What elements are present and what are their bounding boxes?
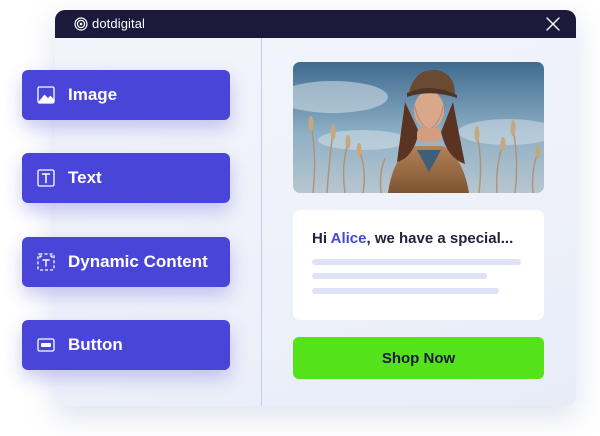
image-block[interactable]: Image: [22, 70, 230, 120]
shop-now-button[interactable]: Shop Now: [293, 337, 544, 379]
image-block-label: Image: [68, 85, 118, 104]
button-block-label: Button: [68, 335, 123, 354]
text-placeholder-line: [312, 288, 499, 294]
greeting-text: Hi Alice, we have a special...: [312, 230, 513, 247]
hero-photo: [293, 62, 544, 193]
close-icon[interactable]: [546, 17, 560, 31]
text-block-label: Text: [68, 168, 102, 187]
text-block[interactable]: Text: [22, 153, 230, 203]
text-placeholder-line: [312, 259, 521, 265]
dynamic-content-icon: [37, 253, 55, 271]
greeting-name: Alice: [330, 230, 367, 247]
button-icon: [37, 338, 55, 352]
text-placeholder-line: [312, 273, 487, 279]
greeting-suffix: , we have a special...: [366, 230, 514, 247]
text-icon: [37, 169, 55, 187]
dotdigital-logo-icon: [74, 17, 88, 31]
dynamic-content-block[interactable]: Dynamic Content: [22, 237, 230, 287]
button-block[interactable]: Button: [22, 320, 230, 370]
message-card: Hi Alice, we have a special...: [293, 210, 544, 320]
greeting-prefix: Hi: [312, 230, 331, 247]
image-icon: [37, 86, 55, 104]
hero-image[interactable]: [293, 62, 544, 193]
panel-divider: [261, 38, 262, 406]
dynamic-content-block-label: Dynamic Content: [68, 252, 208, 271]
title-bar: dotdigital: [55, 10, 576, 38]
brand-name: dotdigital: [92, 16, 146, 31]
